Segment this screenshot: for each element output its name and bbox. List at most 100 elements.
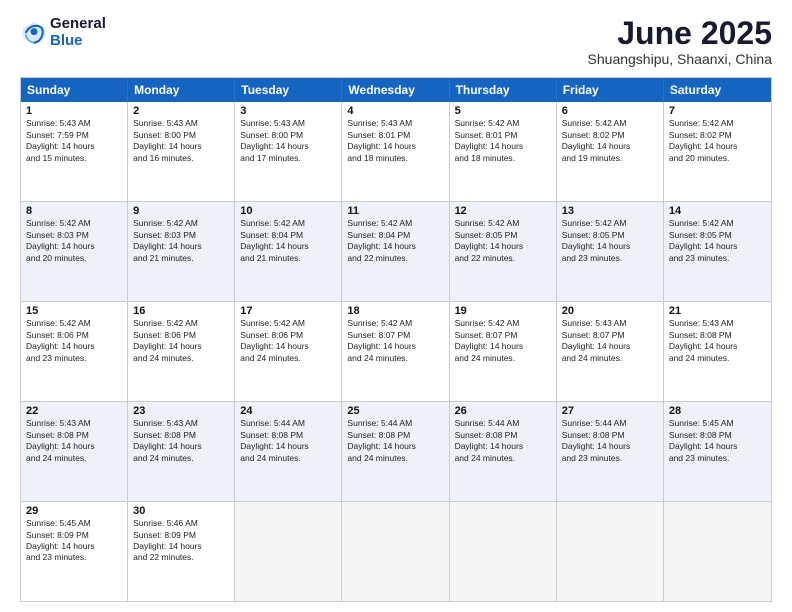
calendar-cell-29: 29Sunrise: 5:45 AMSunset: 8:09 PMDayligh… [21, 502, 128, 601]
calendar-row-4: 22Sunrise: 5:43 AMSunset: 8:08 PMDayligh… [21, 401, 771, 501]
title-area: June 2025 Shuangshipu, Shaanxi, China [588, 16, 772, 67]
day-number: 1 [26, 105, 122, 117]
day-number: 17 [240, 305, 336, 317]
day-info: Sunrise: 5:42 AMSunset: 8:05 PMDaylight:… [562, 218, 658, 264]
calendar-cell-6: 6Sunrise: 5:42 AMSunset: 8:02 PMDaylight… [557, 102, 664, 201]
header-day-saturday: Saturday [664, 78, 771, 102]
location: Shuangshipu, Shaanxi, China [588, 51, 772, 67]
day-number: 24 [240, 405, 336, 417]
day-info: Sunrise: 5:44 AMSunset: 8:08 PMDaylight:… [562, 418, 658, 464]
calendar-cell-7: 7Sunrise: 5:42 AMSunset: 8:02 PMDaylight… [664, 102, 771, 201]
day-info: Sunrise: 5:45 AMSunset: 8:08 PMDaylight:… [669, 418, 766, 464]
day-number: 13 [562, 205, 658, 217]
day-number: 23 [133, 405, 229, 417]
logo-icon [20, 19, 48, 47]
day-info: Sunrise: 5:44 AMSunset: 8:08 PMDaylight:… [347, 418, 443, 464]
day-number: 22 [26, 405, 122, 417]
day-number: 9 [133, 205, 229, 217]
day-number: 14 [669, 205, 766, 217]
header-day-sunday: Sunday [21, 78, 128, 102]
day-info: Sunrise: 5:42 AMSunset: 8:01 PMDaylight:… [455, 118, 551, 164]
day-info: Sunrise: 5:43 AMSunset: 8:00 PMDaylight:… [240, 118, 336, 164]
calendar-cell-11: 11Sunrise: 5:42 AMSunset: 8:04 PMDayligh… [342, 202, 449, 301]
day-info: Sunrise: 5:43 AMSunset: 8:00 PMDaylight:… [133, 118, 229, 164]
day-number: 15 [26, 305, 122, 317]
calendar-cell-4: 4Sunrise: 5:43 AMSunset: 8:01 PMDaylight… [342, 102, 449, 201]
header-day-friday: Friday [557, 78, 664, 102]
day-number: 6 [562, 105, 658, 117]
logo-text: General Blue [50, 16, 106, 49]
day-number: 5 [455, 105, 551, 117]
day-number: 30 [133, 505, 229, 517]
day-info: Sunrise: 5:43 AMSunset: 8:08 PMDaylight:… [133, 418, 229, 464]
calendar-cell-empty [664, 502, 771, 601]
calendar-cell-9: 9Sunrise: 5:42 AMSunset: 8:03 PMDaylight… [128, 202, 235, 301]
day-number: 28 [669, 405, 766, 417]
calendar-cell-empty [235, 502, 342, 601]
calendar-body: 1Sunrise: 5:43 AMSunset: 7:59 PMDaylight… [21, 102, 771, 601]
calendar-header: SundayMondayTuesdayWednesdayThursdayFrid… [21, 78, 771, 102]
calendar-cell-3: 3Sunrise: 5:43 AMSunset: 8:00 PMDaylight… [235, 102, 342, 201]
day-number: 10 [240, 205, 336, 217]
day-info: Sunrise: 5:43 AMSunset: 8:08 PMDaylight:… [26, 418, 122, 464]
day-info: Sunrise: 5:42 AMSunset: 8:05 PMDaylight:… [455, 218, 551, 264]
day-info: Sunrise: 5:42 AMSunset: 8:06 PMDaylight:… [26, 318, 122, 364]
calendar-cell-empty [342, 502, 449, 601]
calendar-row-3: 15Sunrise: 5:42 AMSunset: 8:06 PMDayligh… [21, 301, 771, 401]
day-info: Sunrise: 5:42 AMSunset: 8:02 PMDaylight:… [562, 118, 658, 164]
day-info: Sunrise: 5:43 AMSunset: 7:59 PMDaylight:… [26, 118, 122, 164]
calendar-cell-24: 24Sunrise: 5:44 AMSunset: 8:08 PMDayligh… [235, 402, 342, 501]
calendar-cell-30: 30Sunrise: 5:46 AMSunset: 8:09 PMDayligh… [128, 502, 235, 601]
page: General Blue June 2025 Shuangshipu, Shaa… [0, 0, 792, 612]
day-number: 16 [133, 305, 229, 317]
day-info: Sunrise: 5:42 AMSunset: 8:02 PMDaylight:… [669, 118, 766, 164]
calendar-cell-17: 17Sunrise: 5:42 AMSunset: 8:06 PMDayligh… [235, 302, 342, 401]
calendar-cell-2: 2Sunrise: 5:43 AMSunset: 8:00 PMDaylight… [128, 102, 235, 201]
calendar-row-2: 8Sunrise: 5:42 AMSunset: 8:03 PMDaylight… [21, 201, 771, 301]
day-info: Sunrise: 5:46 AMSunset: 8:09 PMDaylight:… [133, 518, 229, 564]
calendar-cell-empty [557, 502, 664, 601]
calendar-cell-23: 23Sunrise: 5:43 AMSunset: 8:08 PMDayligh… [128, 402, 235, 501]
day-info: Sunrise: 5:42 AMSunset: 8:03 PMDaylight:… [133, 218, 229, 264]
header: General Blue June 2025 Shuangshipu, Shaa… [20, 16, 772, 67]
day-number: 4 [347, 105, 443, 117]
day-number: 8 [26, 205, 122, 217]
day-info: Sunrise: 5:42 AMSunset: 8:03 PMDaylight:… [26, 218, 122, 264]
calendar-cell-10: 10Sunrise: 5:42 AMSunset: 8:04 PMDayligh… [235, 202, 342, 301]
day-info: Sunrise: 5:42 AMSunset: 8:05 PMDaylight:… [669, 218, 766, 264]
calendar: SundayMondayTuesdayWednesdayThursdayFrid… [20, 77, 772, 602]
calendar-cell-19: 19Sunrise: 5:42 AMSunset: 8:07 PMDayligh… [450, 302, 557, 401]
calendar-cell-8: 8Sunrise: 5:42 AMSunset: 8:03 PMDaylight… [21, 202, 128, 301]
day-info: Sunrise: 5:42 AMSunset: 8:04 PMDaylight:… [240, 218, 336, 264]
calendar-cell-5: 5Sunrise: 5:42 AMSunset: 8:01 PMDaylight… [450, 102, 557, 201]
calendar-cell-27: 27Sunrise: 5:44 AMSunset: 8:08 PMDayligh… [557, 402, 664, 501]
calendar-row-5: 29Sunrise: 5:45 AMSunset: 8:09 PMDayligh… [21, 501, 771, 601]
day-info: Sunrise: 5:43 AMSunset: 8:07 PMDaylight:… [562, 318, 658, 364]
day-info: Sunrise: 5:43 AMSunset: 8:08 PMDaylight:… [669, 318, 766, 364]
calendar-cell-21: 21Sunrise: 5:43 AMSunset: 8:08 PMDayligh… [664, 302, 771, 401]
calendar-cell-12: 12Sunrise: 5:42 AMSunset: 8:05 PMDayligh… [450, 202, 557, 301]
day-info: Sunrise: 5:42 AMSunset: 8:07 PMDaylight:… [455, 318, 551, 364]
month-title: June 2025 [588, 16, 772, 51]
calendar-cell-14: 14Sunrise: 5:42 AMSunset: 8:05 PMDayligh… [664, 202, 771, 301]
day-number: 20 [562, 305, 658, 317]
calendar-cell-22: 22Sunrise: 5:43 AMSunset: 8:08 PMDayligh… [21, 402, 128, 501]
calendar-cell-16: 16Sunrise: 5:42 AMSunset: 8:06 PMDayligh… [128, 302, 235, 401]
calendar-cell-13: 13Sunrise: 5:42 AMSunset: 8:05 PMDayligh… [557, 202, 664, 301]
day-number: 7 [669, 105, 766, 117]
day-number: 26 [455, 405, 551, 417]
day-info: Sunrise: 5:42 AMSunset: 8:06 PMDaylight:… [133, 318, 229, 364]
calendar-row-1: 1Sunrise: 5:43 AMSunset: 7:59 PMDaylight… [21, 102, 771, 201]
calendar-cell-empty [450, 502, 557, 601]
calendar-cell-18: 18Sunrise: 5:42 AMSunset: 8:07 PMDayligh… [342, 302, 449, 401]
day-number: 11 [347, 205, 443, 217]
day-number: 29 [26, 505, 122, 517]
calendar-cell-20: 20Sunrise: 5:43 AMSunset: 8:07 PMDayligh… [557, 302, 664, 401]
calendar-cell-1: 1Sunrise: 5:43 AMSunset: 7:59 PMDaylight… [21, 102, 128, 201]
logo: General Blue [20, 16, 106, 49]
day-info: Sunrise: 5:45 AMSunset: 8:09 PMDaylight:… [26, 518, 122, 564]
day-number: 19 [455, 305, 551, 317]
day-info: Sunrise: 5:42 AMSunset: 8:06 PMDaylight:… [240, 318, 336, 364]
calendar-cell-25: 25Sunrise: 5:44 AMSunset: 8:08 PMDayligh… [342, 402, 449, 501]
calendar-cell-26: 26Sunrise: 5:44 AMSunset: 8:08 PMDayligh… [450, 402, 557, 501]
